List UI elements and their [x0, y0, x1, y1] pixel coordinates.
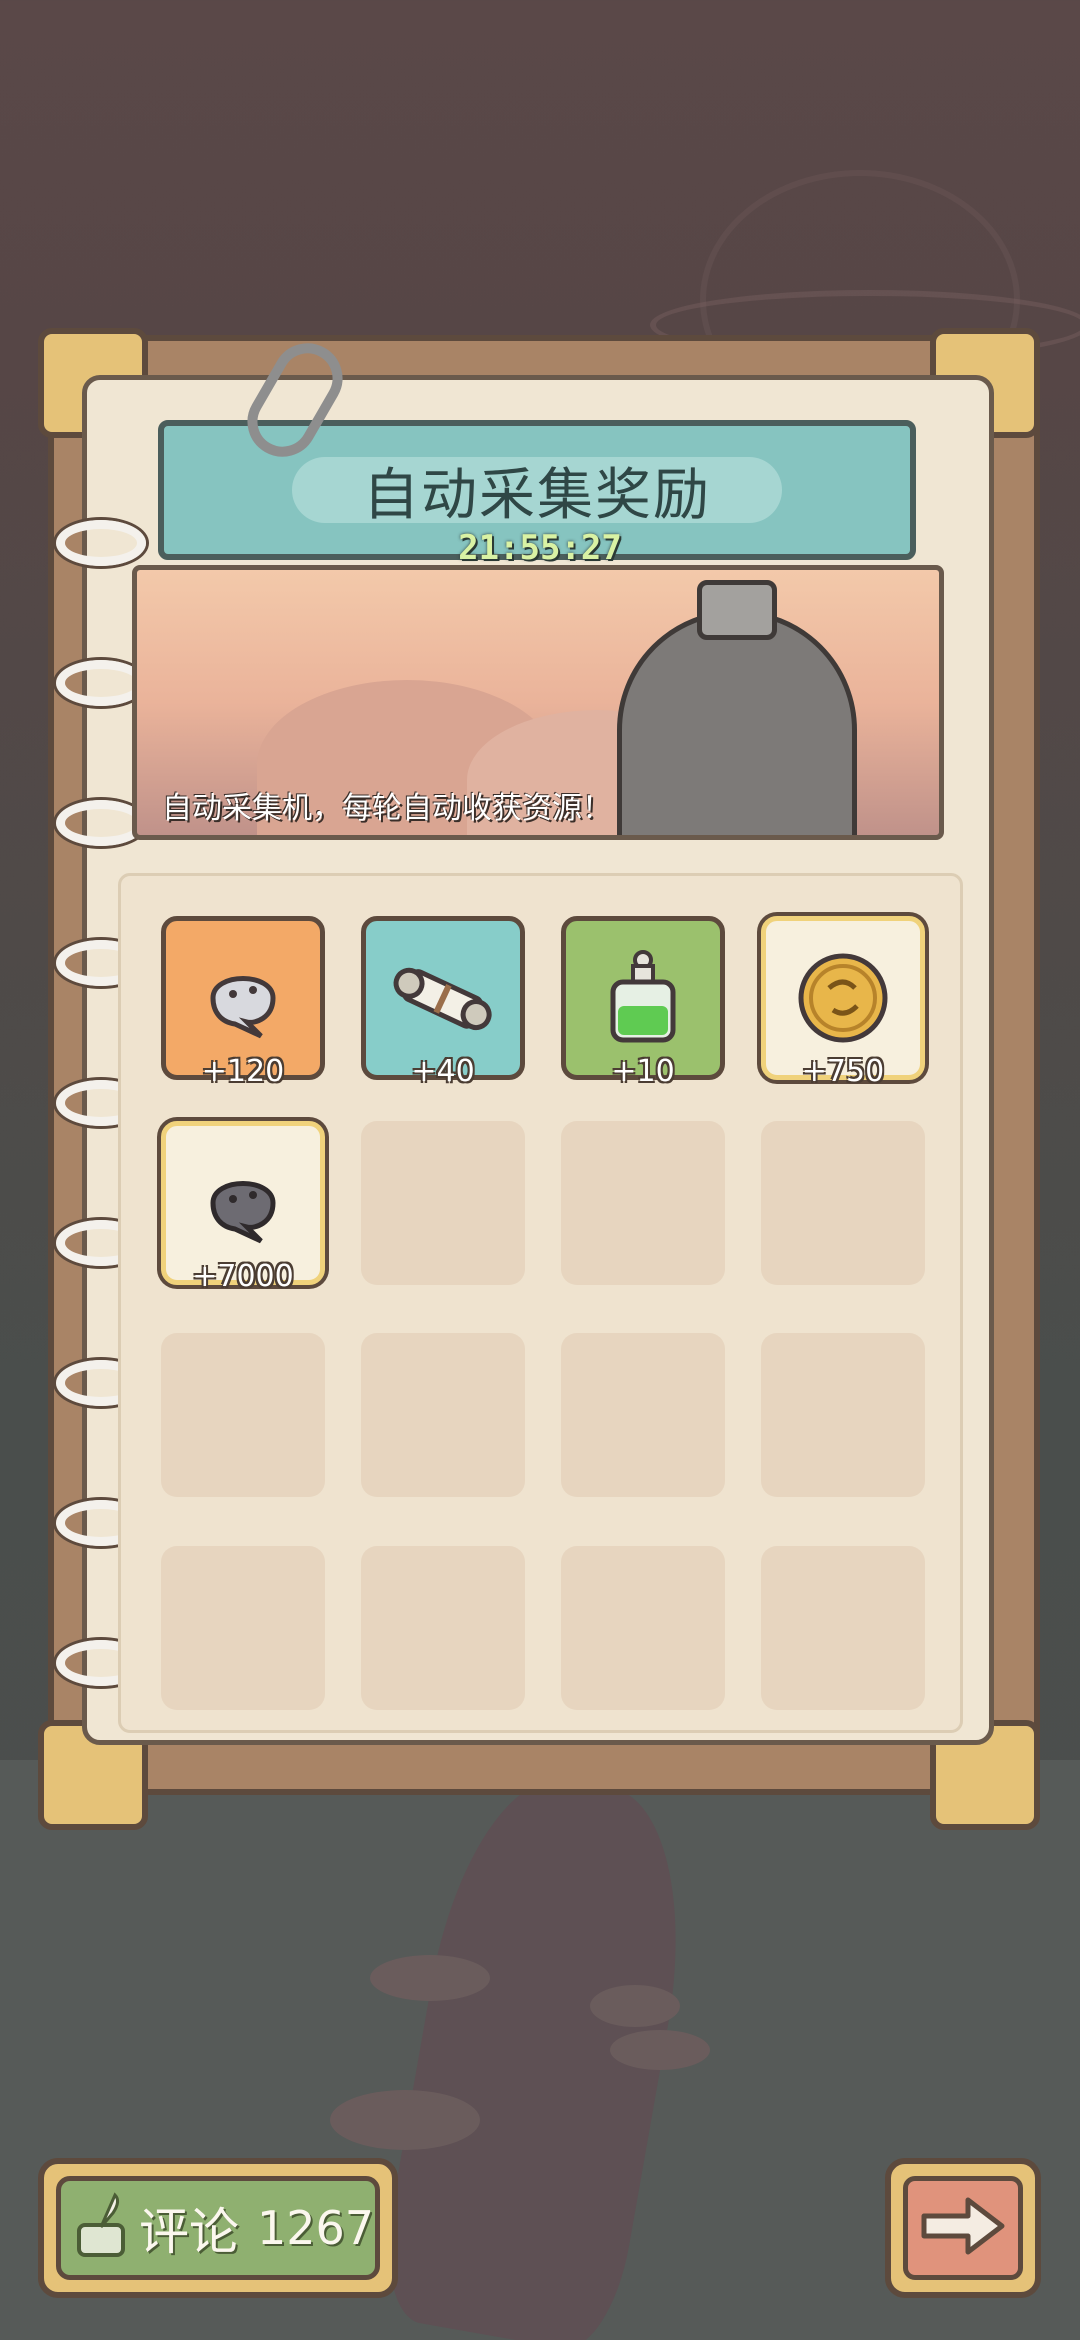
reward-slot-gray-blob[interactable]: +120: [161, 916, 325, 1089]
empty-slot: [761, 1121, 925, 1285]
dark-blob-icon: [195, 1155, 291, 1251]
countdown-timer: 21:55:27: [458, 528, 622, 568]
comment-label: 评论: [139, 2203, 239, 2261]
empty-slot: [561, 1333, 725, 1497]
next-button-face[interactable]: [903, 2176, 1023, 2280]
empty-slot: [161, 1546, 325, 1710]
next-button[interactable]: [885, 2158, 1041, 2298]
arrow-right-icon: [918, 2194, 1008, 2262]
empty-slot: [361, 1546, 525, 1710]
reward-count: +7000: [192, 1259, 294, 1294]
empty-slot: [561, 1546, 725, 1710]
background-stone: [610, 2030, 710, 2070]
reward-slot-dark-blob[interactable]: +7000: [161, 1121, 325, 1294]
binder-ring: [56, 520, 146, 566]
reward-count: +10: [611, 1054, 675, 1089]
reward-count: +750: [801, 1054, 885, 1089]
empty-slot: [761, 1333, 925, 1497]
reward-slot-potion[interactable]: +10: [561, 916, 725, 1089]
comment-count: 1267: [257, 2201, 375, 2255]
empty-slot: [161, 1333, 325, 1497]
reward-slot-gold-coin[interactable]: +750: [761, 916, 925, 1089]
quill-inkpot-icon: [73, 2191, 129, 2265]
empty-slot: [561, 1121, 725, 1285]
panel-title: 自动采集奖励: [363, 462, 711, 528]
background-stone: [590, 1985, 680, 2027]
reward-count: +120: [201, 1054, 285, 1089]
machine-top-icon: [697, 580, 777, 640]
gray-blob-icon: [195, 950, 291, 1046]
background-stone: [330, 2090, 480, 2150]
empty-slot: [761, 1546, 925, 1710]
reward-grid: +120 +40 +10 +750 +7000: [118, 873, 963, 1733]
empty-slot: [361, 1121, 525, 1285]
title-pill: 自动采集奖励: [292, 457, 782, 528]
scene-caption: 自动采集机，每轮自动收获资源！: [162, 791, 612, 826]
gold-coin-icon: [793, 948, 893, 1048]
scroll-icon: [388, 950, 498, 1046]
comment-button[interactable]: 评论 1267: [38, 2158, 398, 2298]
reward-count: +40: [411, 1054, 475, 1089]
empty-slot: [361, 1333, 525, 1497]
background-stone: [370, 1955, 490, 2001]
auto-collector-machine: [617, 610, 857, 835]
reward-slot-scroll[interactable]: +40: [361, 916, 525, 1089]
potion-bottle-icon: [595, 946, 691, 1050]
comment-button-face[interactable]: 评论 1267: [56, 2176, 380, 2280]
